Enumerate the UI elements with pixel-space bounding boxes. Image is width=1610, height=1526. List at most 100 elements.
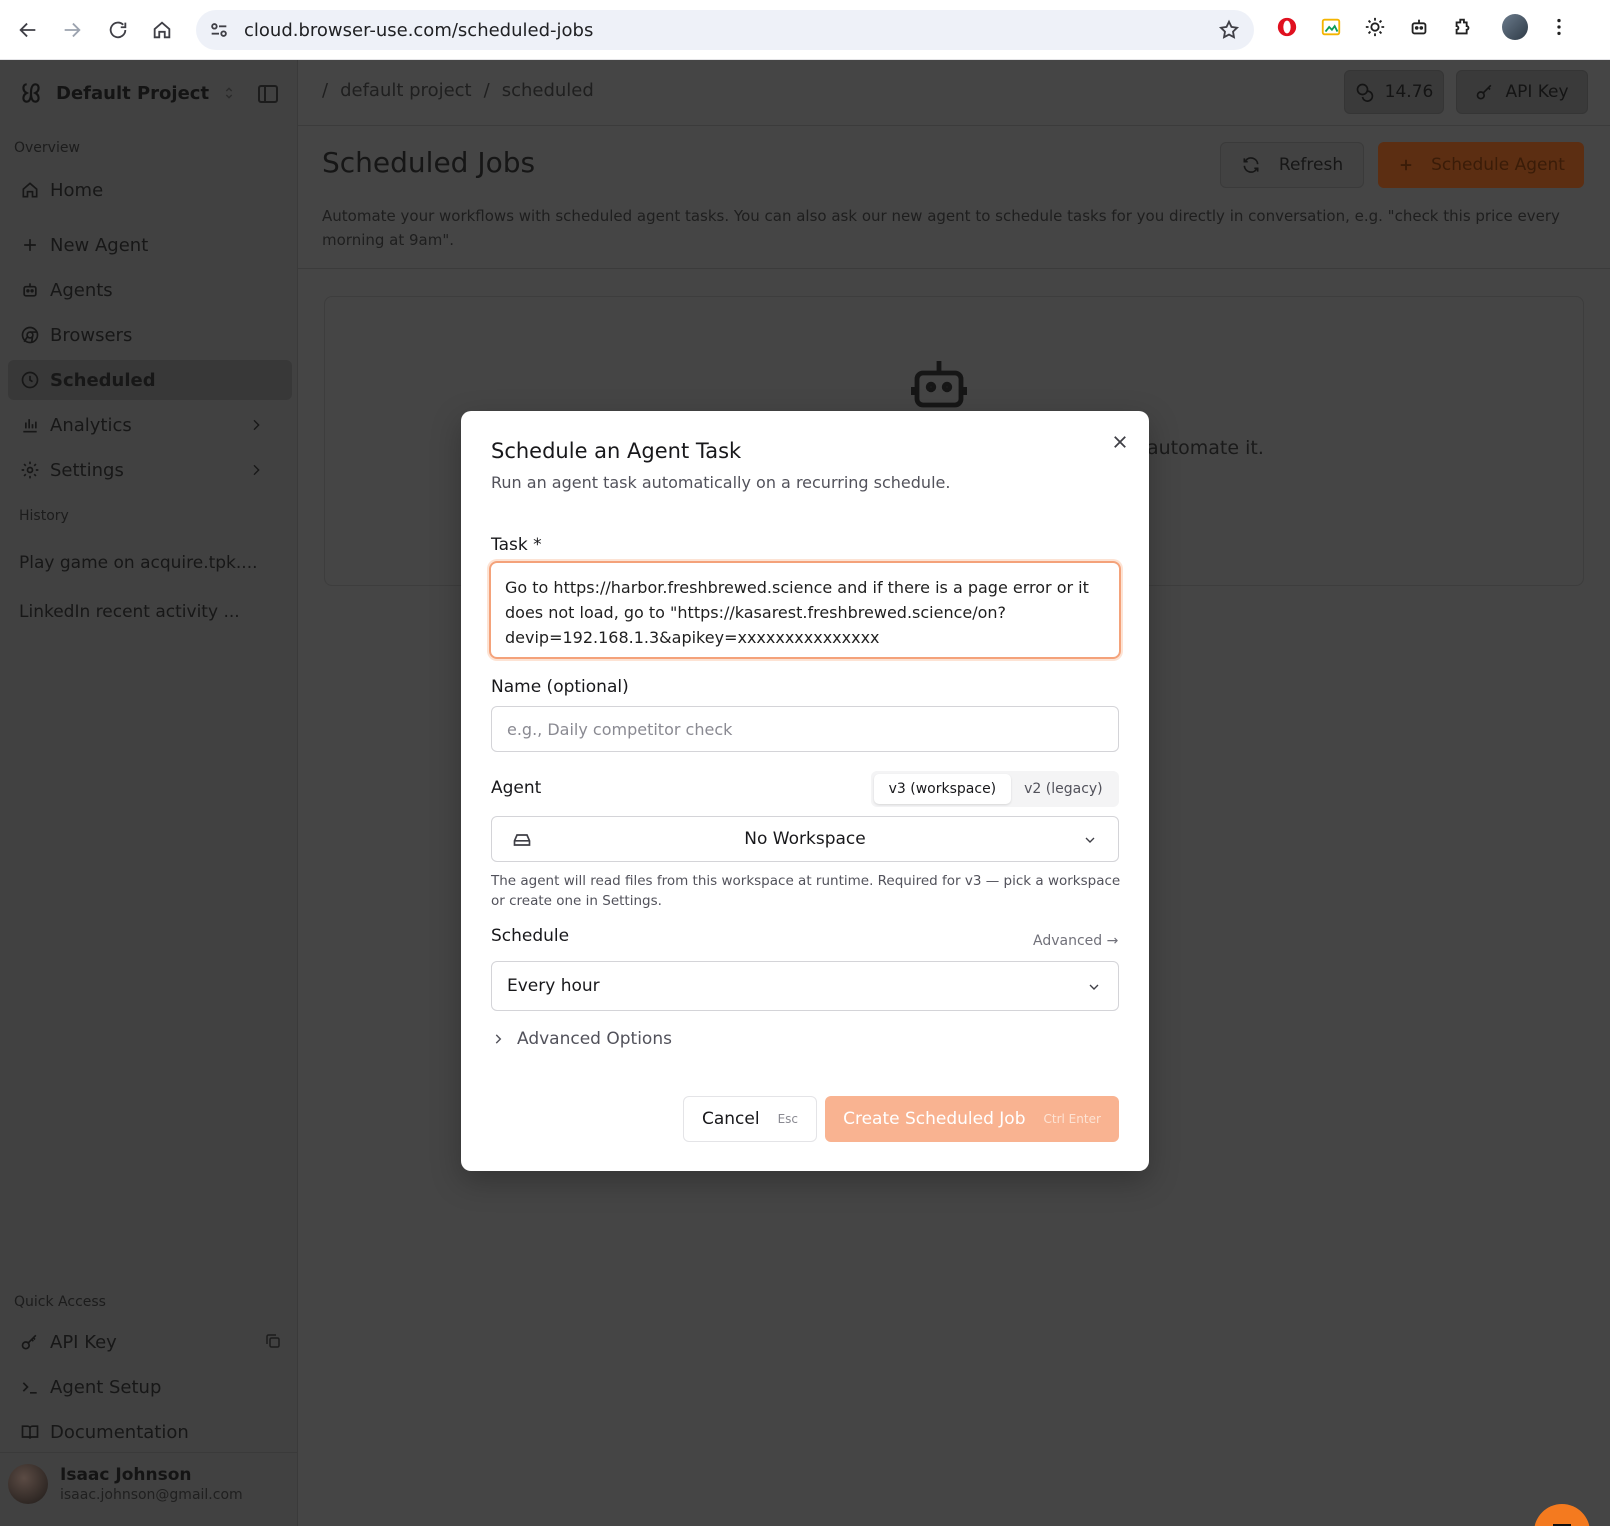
sidebar-item-label: Agent Setup [50, 1376, 162, 1398]
schedule-value: Every hour [507, 976, 600, 996]
sidebar-toggle-icon[interactable] [256, 82, 280, 106]
schedule-select[interactable]: Every hour [491, 961, 1119, 1011]
browser-use-logo-icon [22, 83, 40, 103]
sidebar: Default Project Overview Home New Agent … [0, 60, 298, 1526]
cancel-button[interactable]: Cancel Esc [683, 1096, 817, 1142]
coins-icon [1356, 83, 1373, 102]
sidebar-item-browsers[interactable]: Browsers [8, 315, 292, 355]
name-input[interactable] [491, 706, 1119, 752]
sidebar-item-label: Scheduled [50, 369, 156, 391]
workspace-help-text: The agent will read files from this work… [491, 873, 1121, 909]
advanced-options-toggle[interactable]: Advanced Options [491, 1029, 672, 1049]
agent-label: Agent [491, 778, 542, 798]
robot-extension-icon[interactable] [1406, 14, 1432, 40]
home-browser-icon[interactable] [142, 10, 182, 50]
page-description: Automate your workflows with scheduled a… [322, 207, 1560, 249]
cancel-shortcut: Esc [777, 1112, 799, 1126]
opera-extension-icon[interactable] [1274, 14, 1300, 40]
browser-toolbar: cloud.browser-use.com/scheduled-jobs [0, 0, 1610, 60]
breadcrumb-project[interactable]: default project [340, 80, 472, 101]
sidebar-item-agent-setup[interactable]: Agent Setup [8, 1367, 292, 1407]
api-key-label: API Key [1505, 82, 1569, 102]
sidebar-item-label: Analytics [50, 414, 132, 436]
chrome-icon [21, 326, 39, 344]
browser-menu-icon[interactable] [1546, 14, 1572, 40]
section-history: History [19, 508, 69, 524]
book-open-icon [21, 1425, 39, 1439]
sidebar-item-analytics[interactable]: Analytics [8, 405, 292, 445]
task-label: Task * [491, 535, 542, 555]
credits-value: 14.76 [1384, 82, 1434, 102]
advanced-options-label: Advanced Options [517, 1029, 672, 1049]
schedule-label: Schedule [491, 926, 570, 946]
workspace-value: No Workspace [744, 829, 866, 849]
dialog-subtitle: Run an agent task automatically on a rec… [491, 473, 951, 492]
empty-state-text: automate it. [1147, 437, 1264, 459]
image-extension-icon[interactable] [1318, 14, 1344, 40]
project-switcher[interactable]: Default Project [18, 80, 237, 106]
history-item[interactable]: LinkedIn recent activity ... [19, 602, 240, 622]
dialog-title: Schedule an Agent Task [491, 439, 742, 463]
breadcrumb: / default project / scheduled [322, 80, 594, 101]
address-bar[interactable]: cloud.browser-use.com/scheduled-jobs [196, 10, 1254, 50]
plus-icon [24, 239, 36, 251]
sidebar-item-agents[interactable]: Agents [8, 270, 292, 310]
forward-icon[interactable] [52, 10, 92, 50]
sidebar-item-new-agent[interactable]: New Agent [8, 225, 292, 265]
close-icon[interactable] [1111, 433, 1129, 451]
chevron-right-icon [253, 419, 260, 431]
create-label: Create Scheduled Job [843, 1109, 1026, 1129]
create-shortcut: Ctrl Enter [1043, 1112, 1101, 1126]
url-text[interactable]: cloud.browser-use.com/scheduled-jobs [244, 20, 593, 41]
section-overview: Overview [14, 140, 80, 156]
sidebar-item-label: New Agent [50, 234, 149, 256]
credits-button[interactable]: 14.76 [1344, 70, 1444, 114]
robot-icon [911, 361, 967, 408]
back-icon[interactable] [8, 10, 48, 50]
name-label: Name (optional) [491, 677, 629, 697]
breadcrumb-separator: / [483, 80, 490, 101]
extensions-area [1274, 14, 1572, 40]
profile-avatar[interactable] [1502, 14, 1528, 40]
advanced-schedule-link[interactable]: Advanced → [1033, 933, 1118, 949]
avatar [8, 1464, 48, 1504]
chevron-up-down-icon [225, 87, 233, 99]
agent-option-v2[interactable]: v2 (legacy) [1011, 774, 1116, 804]
agent-option-v3[interactable]: v3 (workspace) [874, 774, 1011, 804]
sidebar-item-scheduled[interactable]: Scheduled [8, 360, 292, 400]
sidebar-item-documentation[interactable]: Documentation [8, 1412, 292, 1452]
page-title: Scheduled Jobs [322, 146, 536, 179]
user-profile[interactable]: Isaac Johnson isaac.johnson@gmail.com [8, 1464, 243, 1504]
task-textarea[interactable]: Go to https://harbor.freshbrewed.science… [489, 561, 1121, 659]
refresh-button[interactable]: Refresh [1220, 142, 1364, 188]
sun-extension-icon[interactable] [1362, 14, 1388, 40]
sidebar-item-settings[interactable]: Settings [8, 450, 292, 490]
breadcrumb-separator: / [322, 80, 329, 101]
chevron-down-icon [1089, 984, 1099, 990]
refresh-icon [1243, 157, 1259, 173]
site-settings-icon[interactable] [208, 19, 230, 41]
sidebar-item-label: Documentation [50, 1421, 189, 1443]
sidebar-item-label: Agents [50, 279, 113, 301]
sidebar-divider [0, 1452, 298, 1453]
copy-icon[interactable] [264, 1332, 282, 1350]
cancel-label: Cancel [701, 1109, 760, 1129]
sidebar-item-api-key[interactable]: API Key [8, 1322, 292, 1362]
robot-icon [23, 283, 37, 297]
user-email: isaac.johnson@gmail.com [60, 1487, 243, 1503]
terminal-icon [22, 1382, 37, 1394]
sidebar-item-home[interactable]: Home [8, 170, 292, 210]
schedule-agent-button[interactable]: Schedule Agent [1378, 142, 1584, 188]
plus-icon [1400, 159, 1412, 171]
create-scheduled-job-button[interactable]: Create Scheduled Job Ctrl Enter [825, 1096, 1119, 1142]
bookmark-star-icon[interactable] [1218, 19, 1240, 41]
reload-icon[interactable] [98, 10, 138, 50]
project-name: Default Project [56, 82, 210, 104]
user-name: Isaac Johnson [60, 1465, 192, 1485]
workspace-select[interactable]: No Workspace [491, 816, 1119, 862]
chevron-right-icon [253, 464, 260, 476]
api-key-button[interactable]: API Key [1456, 70, 1588, 114]
puzzle-extensions-icon[interactable] [1450, 14, 1476, 40]
history-item[interactable]: Play game on acquire.tpk.... [19, 553, 258, 573]
clock-icon [21, 371, 39, 389]
